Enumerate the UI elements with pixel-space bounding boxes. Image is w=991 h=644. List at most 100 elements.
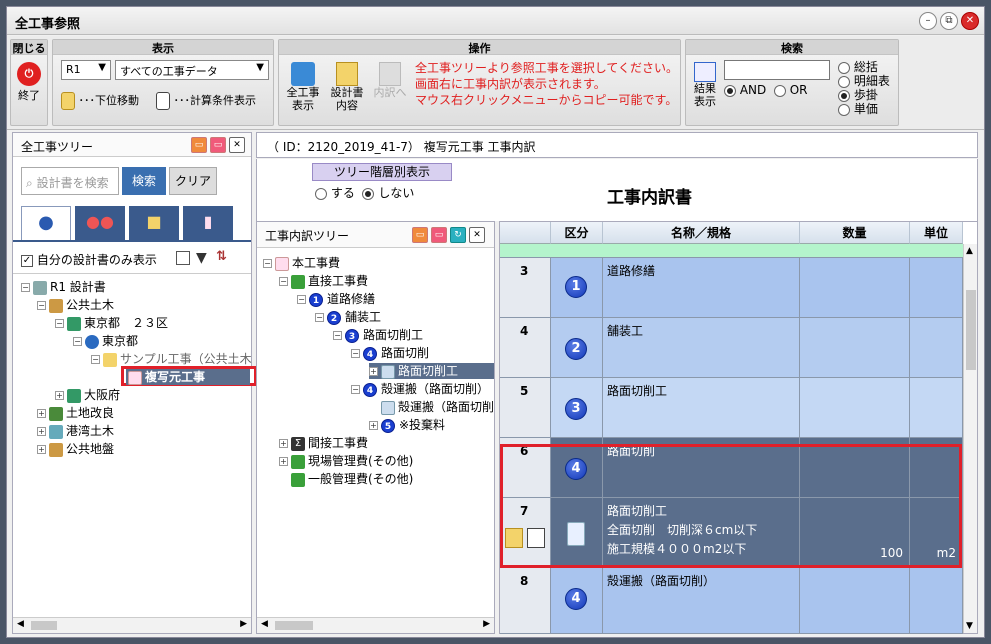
tree-node-land-improvement[interactable]: + 土地改良 bbox=[37, 405, 114, 421]
tree-node-public-ground[interactable]: + 公共地盤 bbox=[37, 441, 114, 457]
unit-cell[interactable] bbox=[910, 318, 963, 378]
column-header-name[interactable]: 名称／規格 bbox=[603, 222, 800, 244]
or-radio[interactable] bbox=[773, 84, 786, 97]
tree-node-r1[interactable]: − R1 設計書 bbox=[21, 279, 106, 295]
expand-icon: + bbox=[37, 445, 46, 454]
name-cell[interactable]: 舗装工 bbox=[603, 318, 800, 378]
close-icon[interactable]: ✕ bbox=[469, 227, 485, 243]
folder-icon[interactable]: ▭ bbox=[412, 227, 428, 243]
unit-price-label: 単価 bbox=[853, 102, 878, 116]
name-cell[interactable]: 路面切削工 bbox=[603, 378, 800, 438]
refresh-icon[interactable]: ↻ bbox=[450, 227, 466, 243]
tree-node-sample-work[interactable]: − サンプル工事（公共土木 bbox=[91, 351, 252, 367]
tree-level-yes-radio[interactable] bbox=[315, 187, 327, 200]
tree-node-tokyo-23[interactable]: − 東京都 ２３区 bbox=[55, 315, 168, 331]
column-header-quantity[interactable]: 数量 bbox=[800, 222, 910, 244]
tree-node-public-works[interactable]: − 公共土木 bbox=[37, 297, 114, 313]
unit-cell[interactable] bbox=[910, 378, 963, 438]
close-icon[interactable]: ✕ bbox=[961, 12, 979, 30]
year-select[interactable]: R1 ▼ bbox=[61, 60, 111, 80]
summary-radio[interactable] bbox=[838, 61, 850, 74]
row-number[interactable]: 4 bbox=[500, 318, 551, 378]
mid-node-site-mgmt[interactable]: + 現場管理費(その他) bbox=[279, 453, 413, 469]
tree-node-label: サンプル工事（公共土木 bbox=[120, 352, 252, 366]
mid-node-indirect[interactable]: + Σ 間接工事費 bbox=[279, 435, 368, 451]
unit-price-radio[interactable] bbox=[838, 103, 850, 116]
row-number[interactable]: 8 bbox=[500, 568, 551, 634]
detail-radio[interactable] bbox=[838, 75, 850, 88]
tree-node-port[interactable]: + 港湾土木 bbox=[37, 423, 114, 439]
doc-toggle-icon[interactable] bbox=[176, 251, 190, 265]
filter-icon[interactable]: ▼ bbox=[196, 250, 207, 266]
mid-node-direct[interactable]: − 直接工事費 bbox=[279, 273, 368, 289]
mid-node-cutting-work[interactable]: −3 路面切削工 bbox=[333, 327, 423, 343]
scroll-left-icon: ◀ bbox=[261, 619, 268, 629]
all-works-display-button[interactable]: 全工事 表示 bbox=[283, 62, 323, 112]
search-keyword-input[interactable] bbox=[724, 60, 830, 80]
own-only-checkbox[interactable]: ✓ 自分の設計書のみ表示 bbox=[21, 251, 157, 268]
column-header-unit[interactable]: 単位 bbox=[910, 222, 963, 244]
scroll-thumb[interactable] bbox=[31, 621, 57, 630]
restore-icon[interactable]: ⧉ bbox=[940, 12, 958, 30]
scroll-thumb[interactable] bbox=[966, 290, 976, 370]
open-folder-icon[interactable]: ▭ bbox=[210, 137, 226, 153]
mid-node-cutting[interactable]: −4 路面切削 bbox=[351, 345, 429, 361]
close-icon[interactable]: ✕ bbox=[229, 137, 245, 153]
tree-level-no-radio[interactable] bbox=[362, 187, 375, 200]
mid-node-debris-sub[interactable]: +殻運搬（路面切削 bbox=[369, 399, 494, 415]
search-button[interactable]: 検索 bbox=[122, 167, 166, 195]
column-header-category[interactable]: 区分 bbox=[551, 222, 603, 244]
operations-group: 操作 全工事 表示 設計書 内容 内訳へ 全工事ツリーより参照工事を選択してください… bbox=[278, 39, 681, 126]
mid-node-general-mgmt[interactable]: +一般管理費(その他) bbox=[279, 471, 413, 487]
calc-display-button[interactable]: ･･･計算条件表示 bbox=[156, 92, 271, 110]
sort-icon[interactable]: ⇅ bbox=[216, 249, 227, 264]
clear-button[interactable]: クリア bbox=[169, 167, 217, 195]
user-icon: ● bbox=[38, 212, 54, 233]
mid-node-main[interactable]: − 本工事費 bbox=[263, 255, 340, 271]
tab-user[interactable]: ● bbox=[21, 206, 71, 240]
mid-node-debris[interactable]: −4 殻運搬（路面切削） bbox=[351, 381, 489, 397]
design-search-input[interactable]: ⌕ 設計書を検索 bbox=[21, 167, 119, 195]
tab-person-doc[interactable]: ▮ bbox=[183, 206, 233, 240]
step-radio[interactable] bbox=[838, 89, 850, 102]
down-move-label: ･･･下位移動 bbox=[78, 94, 140, 107]
mid-node-cutting-work-selected[interactable]: + 路面切削工 bbox=[369, 363, 494, 379]
tab-folder[interactable]: ■ bbox=[129, 206, 179, 240]
row-number[interactable]: 5 bbox=[500, 378, 551, 438]
scroll-thumb[interactable] bbox=[275, 621, 313, 630]
number-4-icon: 4 bbox=[363, 382, 377, 397]
scroll-up-icon: ▲ bbox=[966, 246, 973, 256]
quantity-cell[interactable] bbox=[800, 378, 910, 438]
horizontal-scrollbar[interactable]: ◀ ▶ bbox=[257, 617, 494, 633]
tab-group[interactable]: ●● bbox=[75, 206, 125, 240]
row-number[interactable]: 3 bbox=[500, 258, 551, 318]
exit-button[interactable]: ⏻ 終了 bbox=[14, 62, 44, 102]
mid-node-paving[interactable]: −2 舗装工 bbox=[315, 309, 381, 325]
minimize-icon[interactable]: – bbox=[919, 12, 937, 30]
tree-node-osaka[interactable]: + 大阪府 bbox=[55, 387, 120, 403]
detail-label: 明細表 bbox=[853, 74, 890, 88]
tree-node-tokyo[interactable]: − 東京都 bbox=[73, 333, 138, 349]
data-select[interactable]: すべての工事データ ▼ bbox=[115, 60, 269, 80]
own-only-label: 自分の設計書のみ表示 bbox=[36, 253, 157, 267]
mid-node-disposal[interactable]: +5 ※投棄料 bbox=[369, 417, 445, 433]
vertical-scrollbar[interactable]: ▲ ▼ bbox=[963, 244, 977, 633]
quantity-cell[interactable] bbox=[800, 318, 910, 378]
and-radio[interactable] bbox=[724, 84, 736, 97]
name-cell[interactable]: 道路修繕 bbox=[603, 258, 800, 318]
quantity-cell[interactable] bbox=[800, 568, 910, 634]
unit-cell[interactable] bbox=[910, 568, 963, 634]
down-move-button[interactable]: ･･･下位移動 bbox=[61, 92, 156, 110]
to-breakdown-button[interactable]: 内訳へ bbox=[371, 62, 409, 99]
quantity-cell[interactable] bbox=[800, 258, 910, 318]
design-content-button[interactable]: 設計書 内容 bbox=[326, 62, 368, 112]
mid-node-road-repair[interactable]: −1 道路修繕 bbox=[297, 291, 375, 307]
horizontal-scrollbar[interactable]: ◀ ▶ bbox=[13, 617, 251, 633]
open-folder-icon[interactable]: ▭ bbox=[431, 227, 447, 243]
tree-level-display-button[interactable]: ツリー階層別表示 bbox=[312, 163, 452, 181]
name-cell[interactable]: 殻運搬（路面切削） bbox=[603, 568, 800, 634]
tree-node-copy-source[interactable]: 複写元工事 bbox=[126, 369, 250, 385]
result-display-button[interactable]: 結果 表示 bbox=[689, 62, 721, 108]
unit-cell[interactable] bbox=[910, 258, 963, 318]
folder-icon[interactable]: ▭ bbox=[191, 137, 207, 153]
